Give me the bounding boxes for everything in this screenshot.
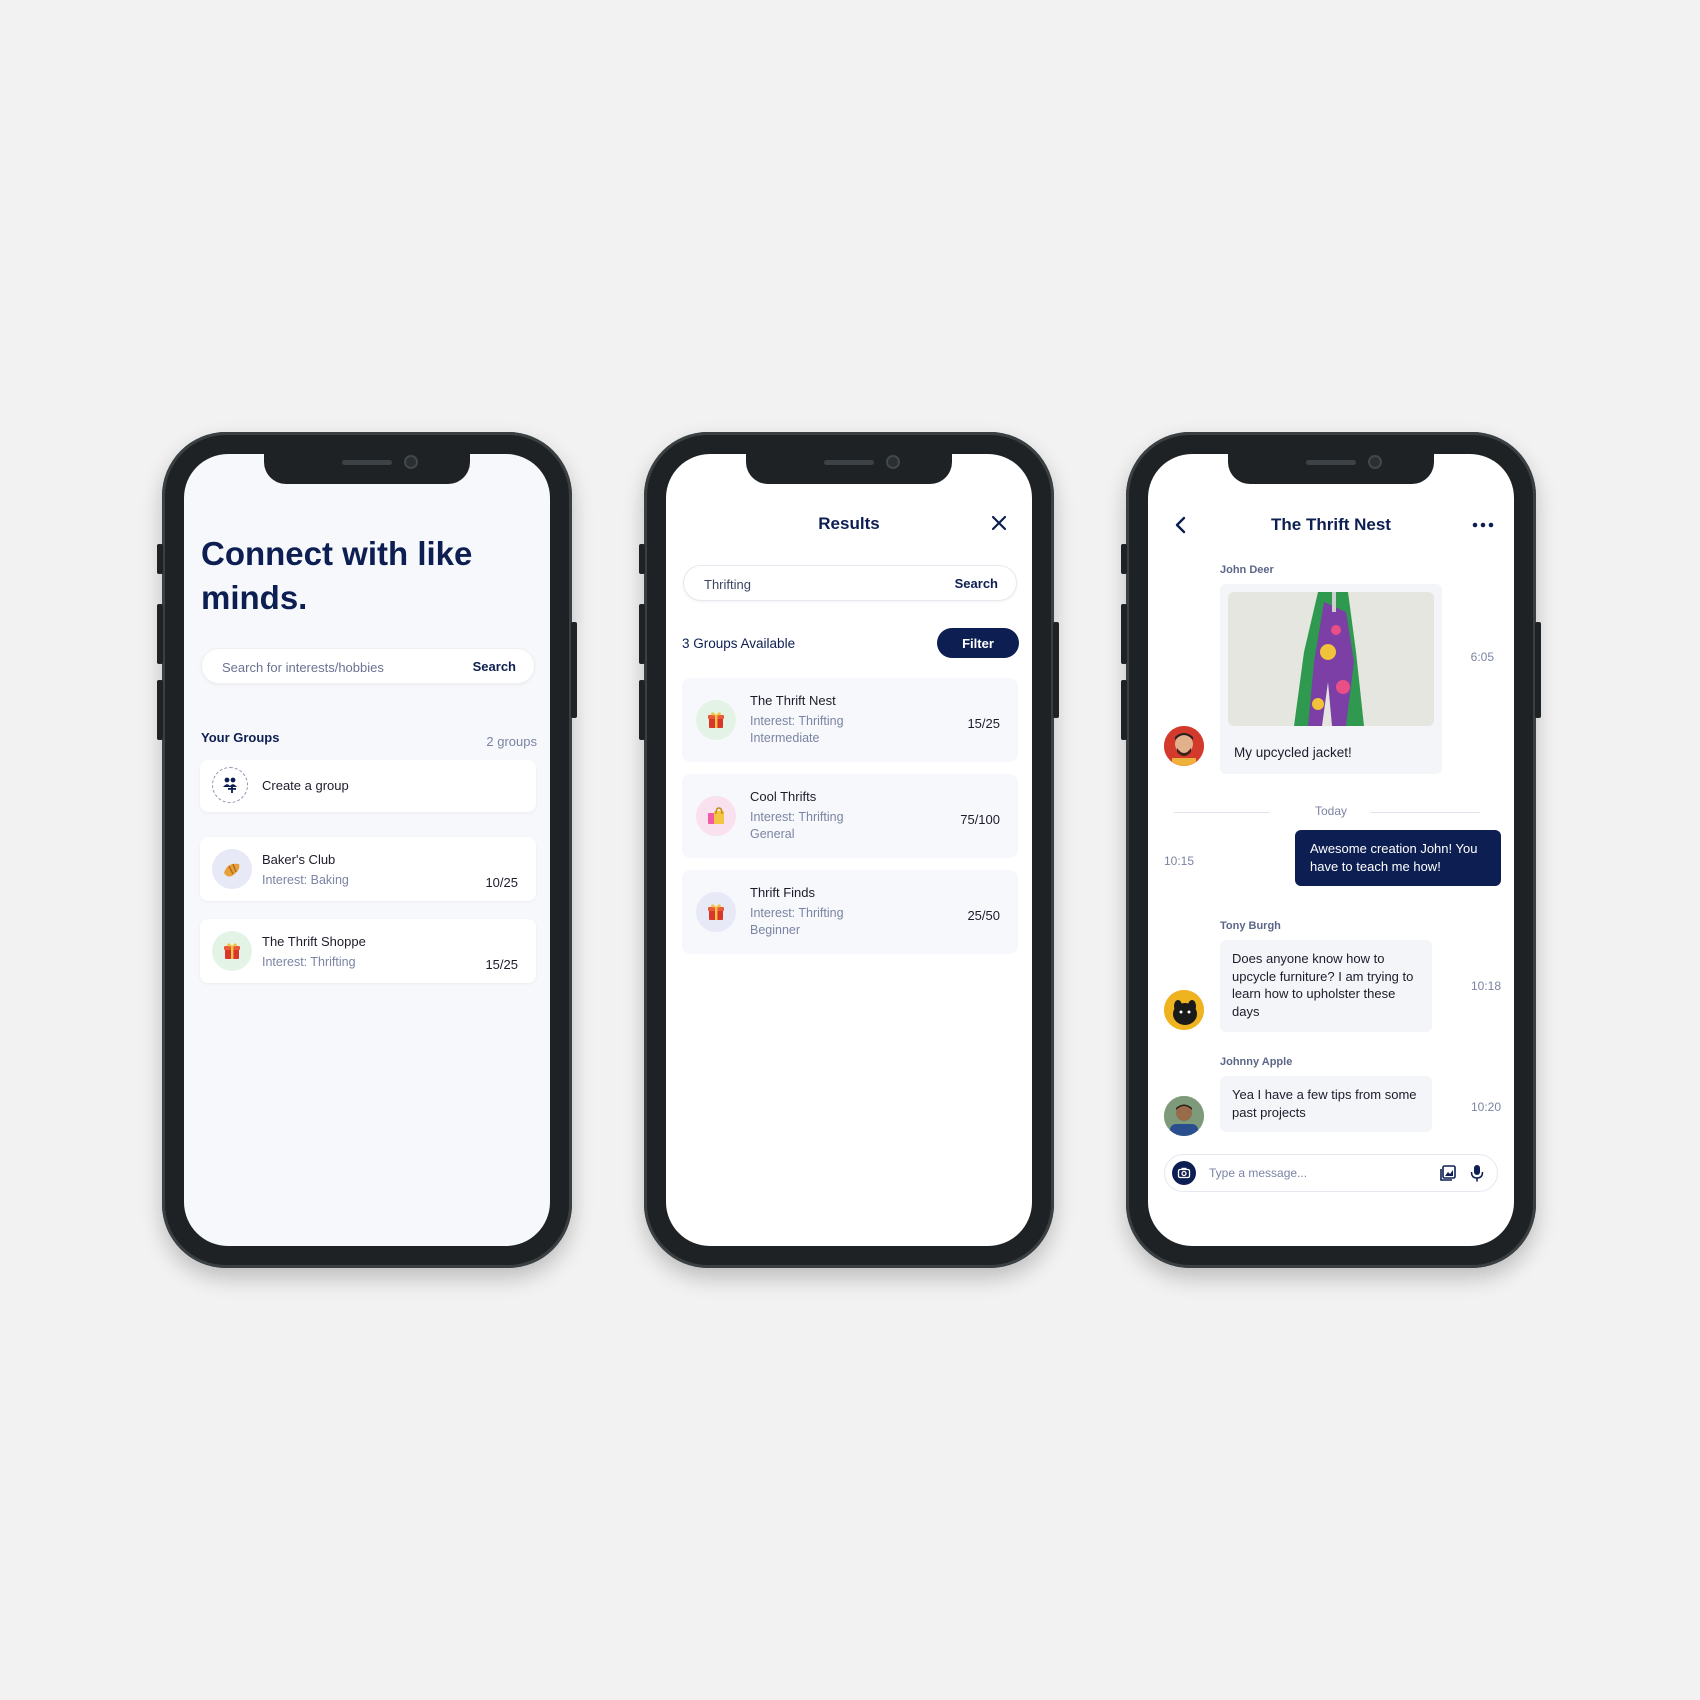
result-card[interactable]: Thrift Finds Interest: Thrifting Beginne… <box>682 870 1018 954</box>
microphone-icon[interactable] <box>1469 1164 1485 1182</box>
group-interest: Interest: Baking <box>262 873 349 887</box>
home-screen: Connect with like minds. Search for inte… <box>184 454 550 1246</box>
add-group-icon <box>212 767 248 803</box>
group-members: 10/25 <box>485 875 518 890</box>
group-interest: Interest: Thrifting <box>750 810 844 824</box>
groups-available: 3 Groups Available <box>682 636 796 651</box>
group-interest: Interest: Thrifting <box>750 906 844 920</box>
jacket-photo <box>1228 592 1434 726</box>
groups-count: 2 groups <box>486 734 537 749</box>
search-value: Thrifting <box>704 577 751 592</box>
page-title: Connect with like minds. <box>201 535 473 616</box>
filter-button[interactable]: Filter <box>937 628 1019 658</box>
message-time: 10:20 <box>1470 1100 1501 1114</box>
search-placeholder: Search for interests/hobbies <box>222 660 384 675</box>
date-divider: Today <box>1314 804 1348 818</box>
chat-title: The Thrift Nest <box>1271 515 1391 534</box>
more-options-icon[interactable] <box>1472 518 1494 530</box>
group-name: Cool Thrifts <box>750 789 817 804</box>
search-button[interactable]: Search <box>955 576 998 591</box>
phone-home: Connect with like minds. Search for inte… <box>157 432 577 1268</box>
group-interest: Interest: Thrifting <box>262 955 356 969</box>
group-interest: Interest: Thrifting <box>750 714 844 728</box>
search-input[interactable]: Thrifting Search <box>683 565 1017 601</box>
gift-icon <box>212 931 252 971</box>
group-name: Thrift Finds <box>750 885 816 900</box>
group-level: General <box>750 827 795 841</box>
chat-screen: The Thrift Nest John Deer My upcycled ja… <box>1148 454 1514 1246</box>
gallery-icon[interactable] <box>1439 1164 1457 1182</box>
group-members: 75/100 <box>960 812 1000 827</box>
group-members: 15/25 <box>485 957 518 972</box>
message-bubble: My upcycled jacket! <box>1220 584 1442 774</box>
group-level: Intermediate <box>750 731 820 745</box>
message-time: 6:05 <box>1470 650 1494 664</box>
close-icon[interactable] <box>988 512 1010 534</box>
message-time: 10:18 <box>1470 979 1501 993</box>
shopping-bags-icon <box>696 796 736 836</box>
camera-icon[interactable] <box>1172 1161 1196 1185</box>
phone-chat: The Thrift Nest John Deer My upcycled ja… <box>1121 432 1541 1268</box>
message-sender: John Deer <box>1220 564 1274 576</box>
group-members: 15/25 <box>967 716 1000 731</box>
message-input[interactable]: Type a message... <box>1164 1154 1498 1192</box>
result-card[interactable]: The Thrift Nest Interest: Thrifting Inte… <box>682 678 1018 762</box>
phone-results: Results Thrifting Search 3 Groups Availa… <box>639 432 1059 1268</box>
results-header: Results <box>818 514 880 533</box>
message-placeholder: Type a message... <box>1209 1166 1308 1180</box>
group-name: The Thrift Shoppe <box>262 934 366 949</box>
group-level: Beginner <box>750 923 801 937</box>
result-card[interactable]: Cool Thrifts Interest: Thrifting General… <box>682 774 1018 858</box>
group-members: 25/50 <box>967 908 1000 923</box>
avatar <box>1164 1096 1204 1136</box>
group-card[interactable]: Baker's Club Interest: Baking 10/25 <box>200 837 536 901</box>
group-name: Baker's Club <box>262 852 336 867</box>
create-group-button[interactable]: Create a group <box>200 760 536 812</box>
message-bubble: Yea I have a few tips from some past pro… <box>1220 1076 1432 1132</box>
avatar <box>1164 990 1204 1030</box>
own-message-bubble: Awesome creation John! You have to teach… <box>1295 830 1501 886</box>
search-button[interactable]: Search <box>473 659 516 674</box>
message-time: 10:15 <box>1164 854 1195 868</box>
group-card[interactable]: The Thrift Shoppe Interest: Thrifting 15… <box>200 919 536 983</box>
message-text: My upcycled jacket! <box>1234 745 1352 760</box>
croissant-icon <box>212 849 252 889</box>
search-input[interactable]: Search for interests/hobbies Search <box>201 648 535 684</box>
message-sender: Tony Burgh <box>1220 920 1281 932</box>
message-sender: Johnny Apple <box>1220 1056 1293 1068</box>
avatar <box>1164 726 1204 766</box>
create-group-label: Create a group <box>262 778 349 793</box>
gift-icon <box>696 700 736 740</box>
group-name: The Thrift Nest <box>750 693 836 708</box>
gift-icon <box>696 892 736 932</box>
message-bubble: Does anyone know how to upcycle furnitur… <box>1220 940 1432 1032</box>
your-groups-label: Your Groups <box>201 730 280 745</box>
results-screen: Results Thrifting Search 3 Groups Availa… <box>666 454 1032 1246</box>
